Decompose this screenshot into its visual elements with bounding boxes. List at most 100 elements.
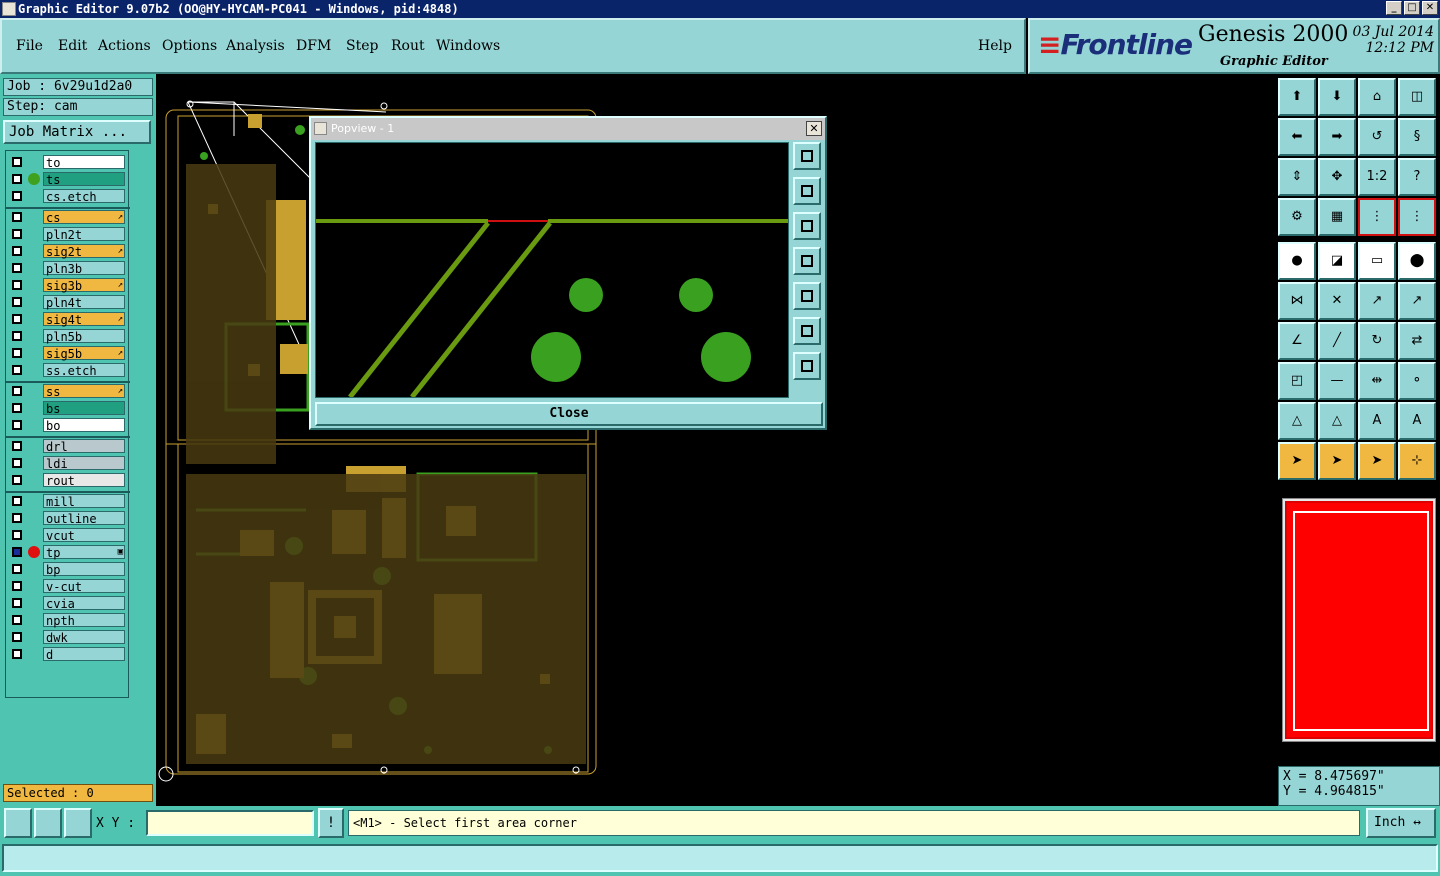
menu-dfm[interactable]: DFM	[296, 38, 331, 54]
menu-help[interactable]: Help	[978, 38, 1012, 54]
layer-name[interactable]: drl	[43, 439, 125, 454]
layer-row-cs.etch[interactable]: cs.etch	[9, 189, 125, 204]
layer-checkbox[interactable]	[12, 513, 22, 523]
redraw-icon[interactable]: §	[1398, 118, 1436, 156]
layer-name[interactable]: pln5b	[43, 329, 125, 344]
menu-windows[interactable]: Windows	[436, 38, 500, 54]
layer-checkbox[interactable]	[12, 420, 22, 430]
layer-name[interactable]: cs.etch	[43, 189, 125, 204]
layer-name[interactable]: bs	[43, 401, 125, 416]
layer-display-dot[interactable]	[28, 546, 40, 558]
layer-name[interactable]: sig3b	[43, 278, 125, 293]
layer-name[interactable]: ts	[43, 172, 125, 187]
snap-mode-icon[interactable]	[4, 808, 32, 838]
layer-checkbox[interactable]	[12, 632, 22, 642]
resize-icon[interactable]: ◰	[1278, 362, 1316, 400]
query-icon[interactable]: ?	[1398, 158, 1436, 196]
popview-close-button[interactable]: Close	[315, 402, 823, 426]
layer-checkbox[interactable]	[12, 246, 22, 256]
layer-row-sig3b[interactable]: sig3b ↗	[9, 278, 125, 293]
layer-row-mill[interactable]: mill	[9, 494, 125, 509]
layer-checkbox[interactable]	[12, 263, 22, 273]
layer-row-v-cut[interactable]: v-cut	[9, 579, 125, 594]
move-icon[interactable]: ↗	[1358, 282, 1396, 320]
menu-analysis[interactable]: Analysis	[226, 38, 285, 54]
layer-row-tp[interactable]: tp ▣	[9, 545, 125, 560]
xy-input[interactable]	[146, 810, 314, 836]
menu-file[interactable]: File	[16, 38, 43, 54]
layer-row-pln3b[interactable]: pln3b	[9, 261, 125, 276]
layer-name[interactable]: npth	[43, 613, 125, 628]
layer-name[interactable]: tp	[43, 545, 125, 560]
layer-row-cvia[interactable]: cvia	[9, 596, 125, 611]
layer-checkbox[interactable]	[12, 598, 22, 608]
unit-selector[interactable]: Inch ↔	[1366, 808, 1436, 838]
layer-row-ldi[interactable]: ldi	[9, 456, 125, 471]
minimize-button[interactable]: _	[1386, 1, 1402, 15]
layer-checkbox[interactable]	[12, 615, 22, 625]
layer-row-bs[interactable]: bs	[9, 401, 125, 416]
info-icon[interactable]: !	[318, 808, 344, 838]
layer-row-ss.etch[interactable]: ss.etch	[9, 363, 125, 378]
layer-checkbox[interactable]	[12, 496, 22, 506]
layer-row-pln2t[interactable]: pln2t	[9, 227, 125, 242]
mirror-icon[interactable]: ⇄	[1398, 322, 1436, 360]
layer-row-rout[interactable]: rout	[9, 473, 125, 488]
layer-name[interactable]: sig2t	[43, 244, 125, 259]
layer-row-pln5b[interactable]: pln5b	[9, 329, 125, 344]
layer-name[interactable]: bp	[43, 562, 125, 577]
layer-name[interactable]: pln3b	[43, 261, 125, 276]
zoom-fit-icon[interactable]: ⇕	[1278, 158, 1316, 196]
layer-checkbox[interactable]	[12, 475, 22, 485]
layer-name[interactable]: pln2t	[43, 227, 125, 242]
measure-icon[interactable]: ▭	[1358, 242, 1396, 280]
undo-zoom-icon[interactable]: ↺	[1358, 118, 1396, 156]
grid-mode-icon[interactable]	[64, 808, 92, 838]
layer-name[interactable]: ldi	[43, 456, 125, 471]
popview-pan-up-icon[interactable]	[793, 177, 821, 205]
layer-row-pln4t[interactable]: pln4t	[9, 295, 125, 310]
layer-checkbox[interactable]	[12, 365, 22, 375]
layer-checkbox[interactable]	[12, 530, 22, 540]
snap-icon[interactable]: ◪	[1318, 242, 1356, 280]
job-matrix-button[interactable]: Job Matrix ...	[3, 120, 151, 144]
layer-checkbox[interactable]	[12, 547, 22, 557]
layer-name[interactable]: ss.etch	[43, 363, 125, 378]
pad-icon[interactable]: ⬤	[1398, 242, 1436, 280]
add-feature-icon[interactable]: ●	[1278, 242, 1316, 280]
layer-checkbox[interactable]	[12, 331, 22, 341]
popview-canvas[interactable]	[315, 142, 789, 399]
pan-up-icon[interactable]: ⬆	[1278, 78, 1316, 116]
select-poly-icon[interactable]: ➤	[1358, 442, 1396, 480]
layer-checkbox[interactable]	[12, 174, 22, 184]
menu-edit[interactable]: Edit	[58, 38, 87, 54]
popview-close-icon[interactable]: ✕	[806, 121, 822, 136]
layer-name[interactable]: rout	[43, 473, 125, 488]
layer-checkbox[interactable]	[12, 314, 22, 324]
arc-icon[interactable]: ↻	[1358, 322, 1396, 360]
layer-row-sig5b[interactable]: sig5b ↗	[9, 346, 125, 361]
layer-display-dot[interactable]	[28, 173, 40, 185]
zoom-ratio-button[interactable]: 1:2	[1358, 158, 1396, 196]
net-highlight-icon[interactable]: ⋮	[1358, 198, 1396, 236]
layer-name[interactable]: d	[43, 647, 125, 662]
pan-down-icon[interactable]: ⬇	[1318, 78, 1356, 116]
layer-checkbox[interactable]	[12, 649, 22, 659]
layer-checkbox[interactable]	[12, 564, 22, 574]
layer-checkbox[interactable]	[12, 386, 22, 396]
delete-icon[interactable]: ✕	[1318, 282, 1356, 320]
pads-icon[interactable]: ⚬	[1398, 362, 1436, 400]
popview-zoom-out-icon[interactable]	[793, 317, 821, 345]
layer-name[interactable]: v-cut	[43, 579, 125, 594]
layer-checkbox[interactable]	[12, 157, 22, 167]
layer-row-vcut[interactable]: vcut	[9, 528, 125, 543]
angle-mode-icon[interactable]	[34, 808, 62, 838]
split-view-icon[interactable]: ◫	[1398, 78, 1436, 116]
layer-row-sig2t[interactable]: sig2t ↗	[9, 244, 125, 259]
layer-row-drl[interactable]: drl	[9, 439, 125, 454]
net-select-icon[interactable]: ⋮	[1398, 198, 1436, 236]
layer-row-ts[interactable]: ts	[9, 172, 125, 187]
layer-checkbox[interactable]	[12, 441, 22, 451]
close-window-button[interactable]: ✕	[1422, 1, 1438, 15]
polygon-c-icon[interactable]: A	[1358, 402, 1396, 440]
